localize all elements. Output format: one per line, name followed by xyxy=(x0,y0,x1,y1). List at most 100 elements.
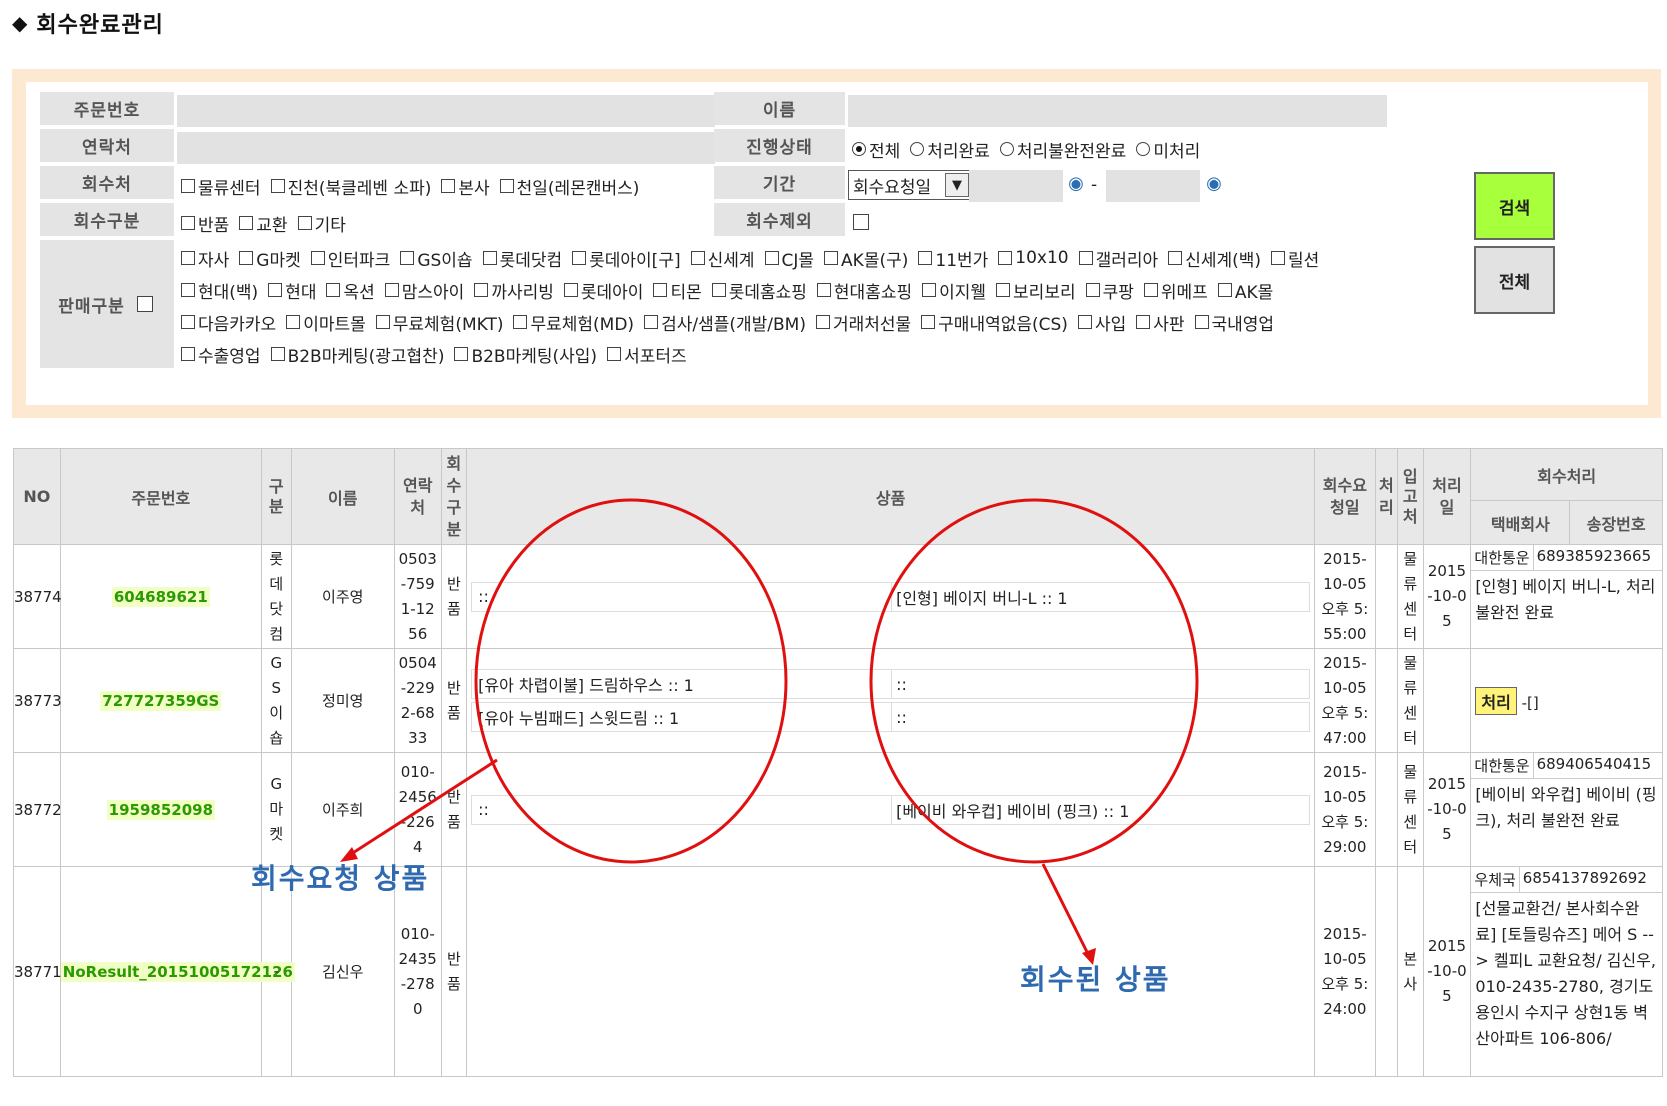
sales-option[interactable]: 거래처선물 xyxy=(815,310,911,335)
checkbox[interactable] xyxy=(1143,283,1158,297)
table-row[interactable]: 38774 604689621 롯데닷컴 이주영 0503-7591-1256 반품::[… xyxy=(13,544,1663,649)
checkbox[interactable] xyxy=(181,179,195,193)
sales-option[interactable]: 현대홈쇼핑 xyxy=(816,278,912,303)
period-end-input[interactable] xyxy=(1106,170,1200,202)
checkbox[interactable] xyxy=(286,315,301,329)
sales-option[interactable]: 갤러리아 xyxy=(1078,246,1158,271)
checkbox[interactable] xyxy=(1271,251,1286,265)
sales-option[interactable]: 티몬 xyxy=(653,278,702,303)
sales-option[interactable]: 옥션 xyxy=(326,278,375,303)
sales-option[interactable]: 무료체험(MD) xyxy=(513,310,634,335)
row-order[interactable]: NoResult_20151005172126 xyxy=(59,866,295,1077)
checkbox[interactable] xyxy=(764,251,779,265)
chevron-down-icon[interactable]: ▼ xyxy=(945,173,969,197)
sales-option[interactable]: 검사/샘플(개발/BM) xyxy=(644,310,806,335)
sales-option[interactable]: 까사리빙 xyxy=(474,278,554,303)
sales-option[interactable]: 신세계 xyxy=(690,246,755,271)
checkbox[interactable] xyxy=(441,179,456,193)
checkbox[interactable] xyxy=(816,283,831,297)
checkbox[interactable] xyxy=(513,315,528,329)
checkbox[interactable] xyxy=(239,216,254,230)
checkbox[interactable] xyxy=(384,283,399,297)
order-no-input[interactable] xyxy=(177,95,715,127)
checkbox[interactable] xyxy=(181,283,195,297)
pickup-option[interactable]: 천일(레몬캔버스) xyxy=(499,174,639,199)
checkbox[interactable] xyxy=(400,251,415,265)
pickup-option[interactable]: 물류센터 xyxy=(181,174,261,199)
checkbox[interactable] xyxy=(690,251,705,265)
type-option[interactable]: 기타 xyxy=(297,211,346,236)
sales-option[interactable]: 서포터즈 xyxy=(607,342,687,367)
table-row[interactable]: 38772 1959852098 G마켓 이주희 010-2456-2264 반품:: [베… xyxy=(13,752,1663,867)
checkbox[interactable] xyxy=(1217,283,1232,297)
sales-option[interactable]: 이마트몰 xyxy=(286,310,366,335)
pickup-option[interactable]: 본사 xyxy=(441,174,490,199)
radio-icon[interactable] xyxy=(1136,142,1151,156)
checkbox[interactable] xyxy=(711,283,726,297)
sales-option[interactable]: 롯데아이 xyxy=(563,278,643,303)
checkbox[interactable] xyxy=(454,347,469,361)
checkbox[interactable] xyxy=(297,216,312,230)
search-button[interactable]: 검색 xyxy=(1474,172,1555,240)
sales-option[interactable]: 롯데홈쇼핑 xyxy=(711,278,807,303)
sales-option[interactable]: 위메프 xyxy=(1143,278,1208,303)
sales-option[interactable]: 롯데닷컴 xyxy=(482,246,562,271)
checkbox[interactable] xyxy=(181,347,195,361)
name-input[interactable] xyxy=(848,95,1387,127)
sales-all-checkbox[interactable] xyxy=(136,296,153,312)
sales-option[interactable]: AK몰 xyxy=(1217,278,1273,303)
row-order[interactable]: 1959852098 xyxy=(59,752,262,867)
checkbox[interactable] xyxy=(268,283,283,297)
checkbox[interactable] xyxy=(482,251,497,265)
sales-option[interactable]: CJ몰 xyxy=(764,246,814,271)
show-all-button[interactable]: 전체 xyxy=(1474,246,1555,314)
sales-option[interactable]: 보리보리 xyxy=(996,278,1076,303)
checkbox[interactable] xyxy=(922,283,937,297)
process-button[interactable]: 처리 xyxy=(1475,686,1517,715)
checkbox[interactable] xyxy=(815,315,830,329)
calendar-icon[interactable]: ◉ xyxy=(1203,172,1225,194)
status-option-pending[interactable]: 미처리 xyxy=(1136,137,1200,162)
checkbox[interactable] xyxy=(499,179,514,193)
checkbox[interactable] xyxy=(181,315,195,329)
radio-icon[interactable] xyxy=(910,142,925,156)
sales-option[interactable]: 사판 xyxy=(1136,310,1185,335)
checkbox[interactable] xyxy=(239,251,254,265)
sales-option[interactable]: 다음카카오 xyxy=(181,310,276,335)
checkbox[interactable] xyxy=(326,283,341,297)
sales-option[interactable]: 롯데아이[구] xyxy=(572,246,681,271)
type-option[interactable]: 반품 xyxy=(181,211,229,236)
calendar-icon[interactable]: ◉ xyxy=(1065,172,1087,194)
sales-option[interactable]: 자사 xyxy=(181,246,229,271)
sales-option[interactable]: 구매내역없음(CS) xyxy=(921,310,1068,335)
pickup-option[interactable]: 진천(북클레벤 소파) xyxy=(270,174,431,199)
sales-option[interactable]: 11번가 xyxy=(918,246,988,271)
checkbox[interactable] xyxy=(270,347,285,361)
sales-option[interactable]: AK몰(구) xyxy=(824,246,908,271)
checkbox[interactable] xyxy=(270,179,285,193)
checkbox[interactable] xyxy=(563,283,578,297)
checkbox[interactable] xyxy=(572,251,587,265)
checkbox[interactable] xyxy=(921,315,936,329)
sales-option[interactable]: 수출영업 xyxy=(181,342,261,367)
checkbox[interactable] xyxy=(1085,283,1100,297)
checkbox[interactable] xyxy=(824,251,839,265)
status-option-done[interactable]: 처리완료 xyxy=(910,137,990,162)
radio-icon[interactable] xyxy=(852,142,866,156)
contact-input[interactable] xyxy=(177,132,715,164)
sales-option[interactable]: 현대(백) xyxy=(181,278,258,303)
checkbox[interactable] xyxy=(644,315,659,329)
sales-option[interactable]: G마켓 xyxy=(239,246,301,271)
checkbox[interactable] xyxy=(1194,315,1209,329)
exclude-checkbox[interactable] xyxy=(853,214,869,230)
type-option[interactable]: 교환 xyxy=(239,211,288,236)
sales-option[interactable]: 쿠팡 xyxy=(1085,278,1134,303)
checkbox[interactable] xyxy=(181,216,195,230)
checkbox[interactable] xyxy=(474,283,489,297)
sales-option[interactable]: 사입 xyxy=(1077,310,1126,335)
status-option-all[interactable]: 전체 xyxy=(852,137,900,162)
status-option-incomplete[interactable]: 처리불완전완료 xyxy=(999,137,1126,162)
checkbox[interactable] xyxy=(998,251,1013,265)
checkbox[interactable] xyxy=(181,251,195,265)
checkbox[interactable] xyxy=(375,315,390,329)
